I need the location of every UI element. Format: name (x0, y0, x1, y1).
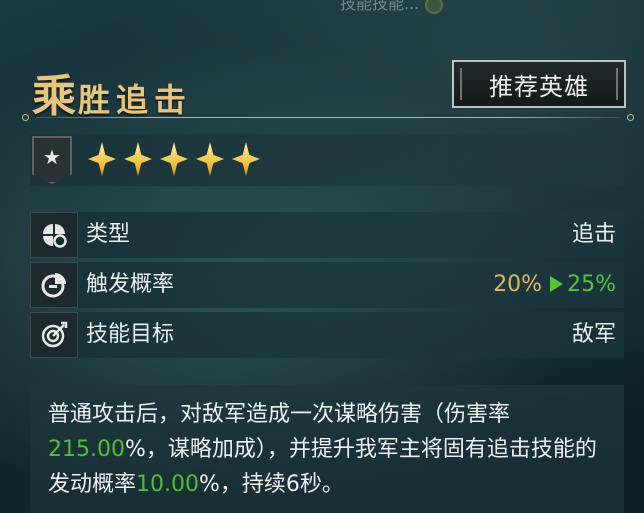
star-filled-icon (124, 142, 152, 176)
trigger-rate-from: 20% (493, 272, 543, 297)
trigger-bonus-value: 10.00 (136, 472, 199, 497)
title-divider (22, 114, 634, 122)
trigger-rate-to: 25% (567, 272, 616, 297)
top-clipped-text: 技能技能... (340, 0, 520, 14)
star-filled-icon (232, 142, 260, 176)
attr-row-trigger-rate: 触发概率 20% 25% (30, 262, 624, 308)
star-filled-icon (88, 142, 116, 176)
skill-description: 普通攻击后，对敌军造成一次谋略伤害（伤害率215.00%，谋略加成），并提升我军… (30, 385, 624, 513)
arrow-right-icon (550, 276, 564, 292)
recommend-heroes-button[interactable]: 推荐英雄 (452, 60, 626, 108)
attr-row-type: 类型 追击 (30, 212, 624, 258)
attr-label: 触发概率 (86, 272, 175, 297)
attr-label: 类型 (86, 222, 131, 247)
star-icon: ★ (32, 136, 72, 184)
star-filled-icon (160, 142, 188, 176)
pie-chart-icon (30, 262, 78, 308)
star-filled-icon (196, 142, 224, 176)
emblem-icon (425, 0, 444, 14)
attr-value: 20% 25% (493, 262, 616, 308)
attr-row-target: 技能目标 敌军 (30, 312, 624, 358)
attr-value: 追击 (571, 222, 616, 247)
damage-rate-value: 215.00 (48, 437, 125, 462)
attr-value: 敌军 (571, 322, 616, 347)
clover-icon (30, 212, 78, 258)
skill-title: 乘胜追击 (32, 60, 192, 122)
star-rating (88, 142, 260, 178)
target-icon (30, 312, 78, 358)
attr-label: 技能目标 (86, 322, 175, 347)
